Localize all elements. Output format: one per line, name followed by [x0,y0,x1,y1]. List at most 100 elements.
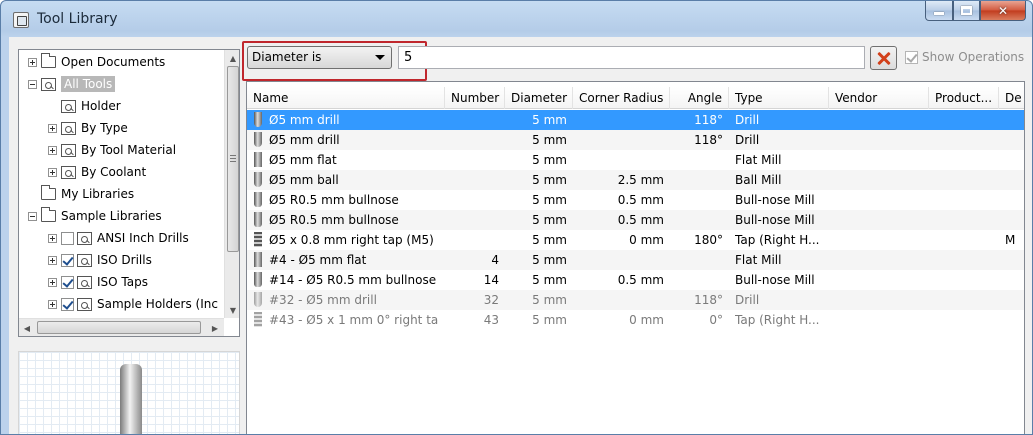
tree-item[interactable]: Open Documents [28,51,165,73]
cell-corner-radius: 2.5 mm [617,173,664,187]
table-row[interactable]: Ø5 R0.5 mm bullnose 5 mm 0.5 mm Bull-nose M… [247,210,1024,230]
clear-filter-button[interactable] [870,46,897,70]
cell-corner-radius: 0.5 mm [617,213,664,227]
expand-icon[interactable] [48,277,57,287]
cell-type: Bull-nose Mill [735,213,815,227]
tree-horizontal-scroll-thumb[interactable] [37,321,201,334]
expand-icon[interactable] [48,145,57,155]
tree-item[interactable]: Sample Holders (Inc [48,293,218,315]
scroll-down-icon[interactable]: ▼ [225,302,239,318]
library-icon [61,143,76,157]
expand-icon[interactable] [48,123,57,133]
table-row[interactable]: Ø5 mm ball 5 mm 2.5 mm Ball Mill [247,170,1024,190]
table-row[interactable]: Ø5 mm flat 5 mm Flat Mill [247,150,1024,170]
cell-de: M [1005,233,1016,247]
library-checkbox[interactable] [61,275,74,289]
tree-item[interactable]: Sample Libraries [28,205,162,227]
tree-item-label: ISO Taps [97,275,148,289]
drill-icon [254,292,262,307]
column-header-angle[interactable]: Angle [670,87,729,109]
tree-item[interactable]: By Type [48,117,128,139]
cell-type: Ball Mill [735,173,782,187]
table-row[interactable]: Ø5 mm drill 5 mm 118° Drill [247,130,1024,150]
tree-vertical-scroll-thumb[interactable] [227,66,239,252]
column-header-type[interactable]: Type [729,87,829,109]
window-title: Tool Library [37,11,118,27]
column-header-product[interactable]: Product... [929,87,999,109]
tree-item-label: Sample Holders (Inc [97,297,218,311]
library-checkbox[interactable] [61,297,74,311]
tree-item-label: By Coolant [81,165,147,179]
table-row[interactable]: #4 - Ø5 mm flat 4 5 mm Flat Mill [247,250,1024,270]
tree-item[interactable]: My Libraries [28,183,134,205]
expand-icon[interactable] [48,233,57,243]
column-header-de[interactable]: De [999,87,1024,109]
tree-item[interactable]: ANSI Inch Drills [48,227,189,249]
tree-item[interactable]: Holder [48,95,121,117]
table-row[interactable]: Ø5 x 0.8 mm right tap (M5) 5 mm 0 mm 180° Ta… [247,230,1024,250]
filter-value-input[interactable]: 5 [398,46,865,69]
tree-item[interactable]: ISO Taps [48,271,148,293]
column-header-name[interactable]: Name [247,87,445,109]
bullnose-mill-icon [254,192,262,207]
cell-diameter: 5 mm [532,273,567,287]
folder-open-icon [41,53,56,68]
table-row[interactable]: Ø5 R0.5 mm bullnose 5 mm 0.5 mm Bull-nose M… [247,190,1024,210]
tree-item[interactable]: By Tool Material [48,139,176,161]
expand-icon[interactable] [48,299,57,309]
tree-item[interactable]: All Tools [28,73,116,95]
cell-corner-radius: 0.5 mm [617,193,664,207]
expand-icon[interactable] [48,167,57,177]
minimize-button[interactable] [925,1,953,21]
tree-vertical-scrollbar[interactable]: ▲ ▼ [224,50,239,318]
collapse-icon[interactable] [28,211,37,221]
library-icon [61,121,76,135]
cell-diameter: 5 mm [532,133,567,147]
show-operations-toggle[interactable]: Show Operations [905,50,1024,64]
expand-icon[interactable] [48,255,57,265]
library-checkbox[interactable] [61,231,74,245]
expand-icon[interactable] [28,57,37,67]
collapse-icon[interactable] [28,79,37,89]
column-header-corner-radius[interactable]: Corner Radius [573,87,670,109]
dialog-client-area: Open Documents All Tools Holder By Type By T… [9,37,1032,434]
tree-item[interactable]: By Coolant [48,161,146,183]
show-operations-checkbox[interactable] [905,50,918,64]
table-row[interactable]: #32 - Ø5 mm drill 32 5 mm 118° Drill [247,290,1024,310]
scroll-right-icon[interactable]: ▶ [207,320,223,336]
table-header: Name Number Diameter Corner Radius Angle Type… [247,87,1024,109]
cell-type: Tap (Right H... [735,313,820,327]
library-icon [77,275,92,289]
table-row[interactable]: #14 - Ø5 R0.5 mm bullnose 14 5 mm 0.5 mm Bul… [247,270,1024,290]
close-button[interactable]: ✕ [980,1,1026,21]
title-bar[interactable]: Tool Library ✕ [1,1,1032,37]
cell-name: Ø5 mm drill [269,133,340,147]
column-header-number[interactable]: Number [445,87,505,109]
tree-horizontal-scrollbar[interactable]: ◀ ▶ [19,318,224,336]
filter-criterion-dropdown[interactable]: Diameter is [247,46,392,69]
cell-type: Drill [735,113,760,127]
library-icon [77,253,92,267]
cell-type: Tap (Right H... [735,233,820,247]
column-header-diameter[interactable]: Diameter [505,87,573,109]
maximize-icon [961,6,972,15]
cell-name: #14 - Ø5 R0.5 mm bullnose [269,273,437,287]
close-icon: ✕ [997,3,1009,18]
library-tree[interactable]: Open Documents All Tools Holder By Type By T… [18,49,240,337]
tree-item[interactable]: ISO Drills [48,249,152,271]
cell-diameter: 5 mm [532,293,567,307]
cell-type: Bull-nose Mill [735,193,815,207]
tool-table[interactable]: Name Number Diameter Corner Radius Angle Type… [246,81,1025,434]
column-header-vendor[interactable]: Vendor [829,87,929,109]
folder-icon [41,207,56,222]
app-icon [13,12,29,28]
cell-angle: 118° [694,133,723,147]
library-icon [77,231,92,245]
minimize-icon [934,12,944,15]
table-row[interactable]: #43 - Ø5 x 1 mm 0° right tap 43 5 mm 0 mm 0°… [247,310,1024,330]
maximize-button[interactable] [953,1,980,21]
scroll-left-icon[interactable]: ◀ [19,320,35,336]
scroll-up-icon[interactable]: ▲ [225,50,239,66]
table-row[interactable]: Ø5 mm drill 5 mm 118° Drill [247,110,1024,130]
library-checkbox[interactable] [61,253,74,267]
